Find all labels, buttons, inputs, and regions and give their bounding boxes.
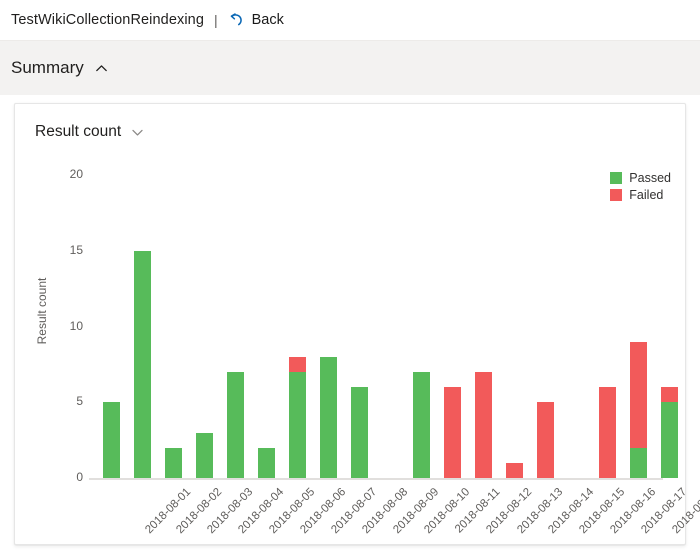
bar-stack[interactable] xyxy=(320,356,337,478)
y-axis-tick: 15 xyxy=(69,242,83,257)
y-axis-tick: 0 xyxy=(76,470,83,484)
bar-stack[interactable] xyxy=(258,447,275,478)
bar-stack[interactable] xyxy=(351,387,368,478)
breadcrumb-separator: | xyxy=(214,12,218,28)
bar-segment-failed[interactable] xyxy=(630,341,647,448)
chart-card: Result count Passed Failed Result count … xyxy=(14,103,700,546)
bar-segment-passed[interactable] xyxy=(320,356,337,478)
bar-stack[interactable] xyxy=(506,462,523,478)
bar-stack[interactable] xyxy=(537,402,554,478)
bar-segment-failed[interactable] xyxy=(537,402,554,478)
bar-segment-passed[interactable] xyxy=(134,250,151,478)
report-page: TestWikiCollectionReindexing | Back Summ… xyxy=(0,0,700,553)
bar-segment-failed[interactable] xyxy=(475,371,492,478)
bar-segment-passed[interactable] xyxy=(289,371,306,478)
summary-section-header[interactable]: Summary xyxy=(0,41,700,95)
bar-stack[interactable] xyxy=(134,250,151,478)
bar-segment-failed[interactable] xyxy=(661,387,678,403)
bar-stack[interactable] xyxy=(289,356,306,478)
bar-stack[interactable] xyxy=(599,387,616,478)
bar-stack[interactable] xyxy=(196,432,213,478)
bar-segment-failed[interactable] xyxy=(444,387,461,478)
back-button[interactable]: Back xyxy=(227,11,284,29)
bar-segment-passed[interactable] xyxy=(165,447,182,478)
bar-segment-passed[interactable] xyxy=(103,402,120,478)
x-axis-line xyxy=(89,478,663,480)
back-label: Back xyxy=(251,12,284,28)
bar-segment-passed[interactable] xyxy=(413,371,430,478)
bar-segment-failed[interactable] xyxy=(506,462,523,478)
bar-segment-failed[interactable] xyxy=(289,356,306,372)
bar-stack[interactable] xyxy=(475,371,492,478)
bar-chart-plot: Result count 0 5 10 15 20 2018-08-01 2018-08-0… xyxy=(15,104,700,546)
bar-segment-passed[interactable] xyxy=(351,387,368,478)
y-axis-title: Result count xyxy=(35,277,49,345)
bar-segment-passed[interactable] xyxy=(227,371,244,478)
bar-stack[interactable] xyxy=(413,371,430,478)
bar-stack[interactable] xyxy=(103,402,120,478)
y-axis-tick: 10 xyxy=(69,318,83,333)
breadcrumb-bar: TestWikiCollectionReindexing | Back xyxy=(0,0,700,41)
y-axis-tick: 5 xyxy=(76,394,83,409)
page-title: TestWikiCollectionReindexing xyxy=(11,12,204,28)
bar-segment-passed[interactable] xyxy=(196,432,213,478)
bar-stack[interactable] xyxy=(630,341,647,478)
bar-segment-passed[interactable] xyxy=(258,447,275,478)
y-axis-tick: 20 xyxy=(69,167,83,181)
bar-stack[interactable] xyxy=(444,387,461,478)
summary-title: Summary xyxy=(11,58,84,77)
bar-stack[interactable] xyxy=(227,371,244,478)
undo-arrow-icon xyxy=(227,11,245,29)
bar-segment-passed[interactable] xyxy=(630,447,647,478)
bar-segment-passed[interactable] xyxy=(661,402,678,478)
bar-segment-failed[interactable] xyxy=(599,387,616,478)
bar-stack[interactable] xyxy=(661,387,678,478)
bar-stack[interactable] xyxy=(165,447,182,478)
chevron-up-icon[interactable] xyxy=(94,61,109,76)
